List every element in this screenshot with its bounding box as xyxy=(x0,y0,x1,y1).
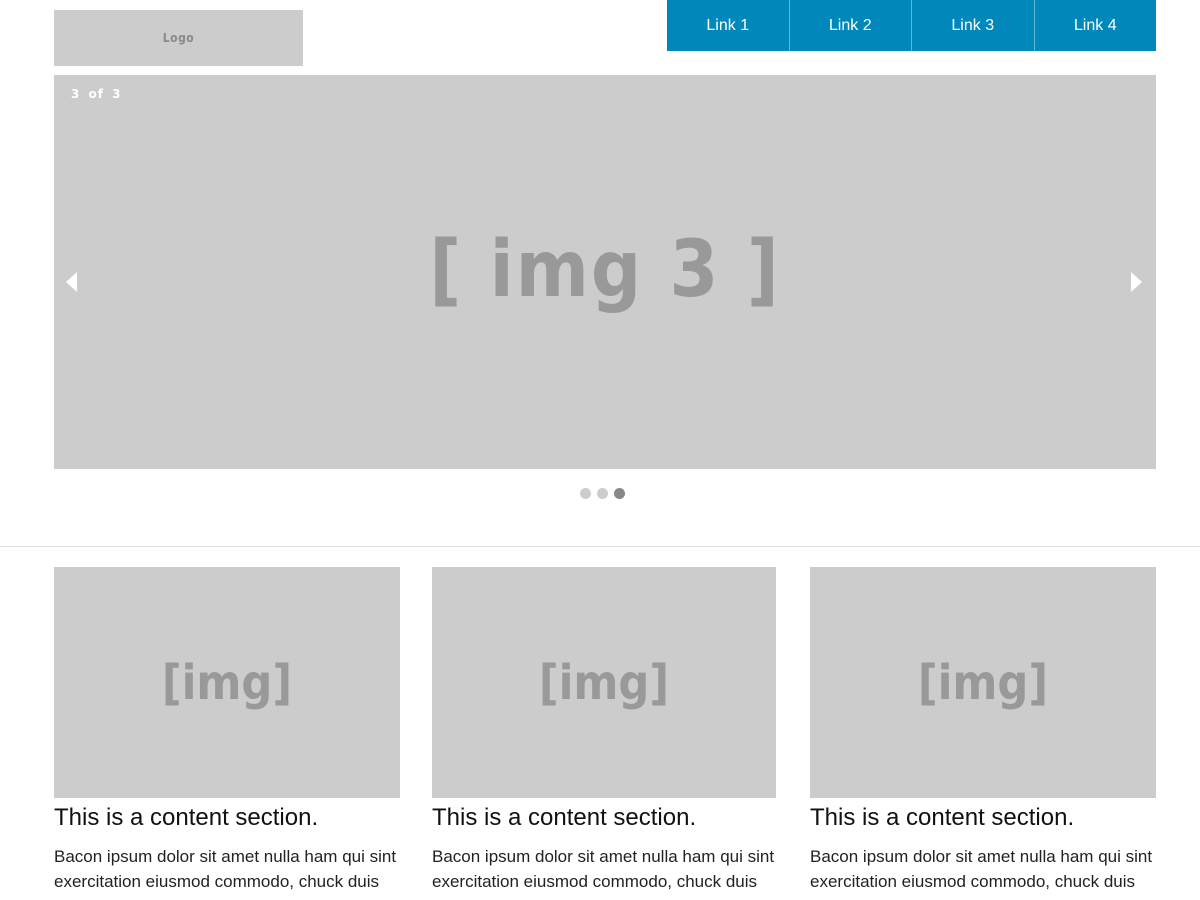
slider-pagination xyxy=(0,488,1200,499)
page: Logo Link 1 Link 2 Link 3 Link 4 3 of 3 … xyxy=(0,0,1200,900)
content-card-2: [img] This is a content section. Bacon i… xyxy=(432,567,776,900)
card-title: This is a content section. xyxy=(54,804,319,831)
card-title: This is a content section. xyxy=(432,804,697,831)
card-image-placeholder: [img] xyxy=(810,567,1156,798)
card-image-placeholder: [img] xyxy=(54,567,400,798)
slider-dot-1[interactable] xyxy=(579,488,591,499)
content-card-3: [img] This is a content section. Bacon i… xyxy=(810,567,1156,900)
slide-counter: 3 of 3 xyxy=(71,87,122,101)
next-arrow-icon[interactable] xyxy=(1131,272,1142,292)
slider-dot-3[interactable] xyxy=(613,488,625,499)
card-text: Bacon ipsum dolor sit amet nulla ham qui… xyxy=(810,847,1153,900)
content-card-1: [img] This is a content section. Bacon i… xyxy=(54,567,400,900)
section-divider xyxy=(0,546,1200,547)
card-text: Bacon ipsum dolor sit amet nulla ham qui… xyxy=(54,847,397,900)
nav-link-4[interactable]: Link 4 xyxy=(1033,0,1156,51)
image-slider: 3 of 3 [ img 3 ] xyxy=(54,75,1156,469)
nav-link-2[interactable]: Link 2 xyxy=(788,0,911,51)
slider-dot-2[interactable] xyxy=(596,488,608,499)
main-nav: Link 1 Link 2 Link 3 Link 4 xyxy=(667,0,1156,51)
nav-link-1[interactable]: Link 1 xyxy=(667,0,789,51)
logo[interactable]: Logo xyxy=(54,10,303,66)
slide-image-placeholder: [ img 3 ] xyxy=(429,225,781,315)
prev-arrow-icon[interactable] xyxy=(66,272,77,292)
card-image-placeholder: [img] xyxy=(432,567,776,798)
nav-link-3[interactable]: Link 3 xyxy=(911,0,1034,51)
card-title: This is a content section. xyxy=(810,804,1075,831)
card-text: Bacon ipsum dolor sit amet nulla ham qui… xyxy=(432,847,775,900)
logo-text: Logo xyxy=(162,31,195,45)
